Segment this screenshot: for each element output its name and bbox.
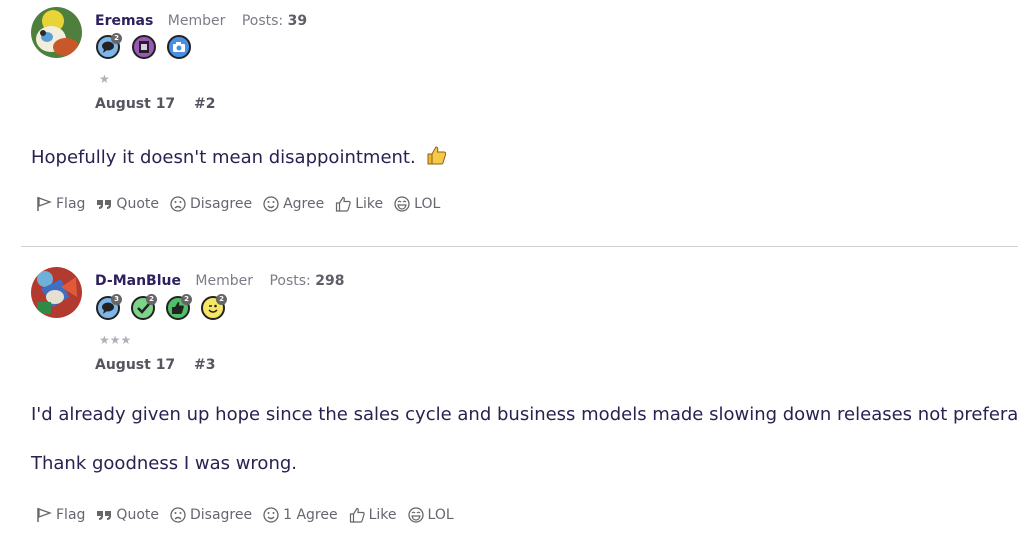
post-text: Hopefully it doesn't mean disappointment… [31,147,416,168]
post-content: I'd already given up hope since the sale… [31,404,1018,474]
post-number[interactable]: #2 [194,96,215,112]
quote-icon [97,511,112,520]
disagree-button[interactable]: Disagree [170,507,252,523]
post-date-line: August 17 #3 [95,357,216,373]
flag-icon [37,197,52,211]
quote-button[interactable]: Quote [96,196,159,212]
post-number[interactable]: #3 [194,357,215,373]
like-button[interactable]: Like [349,507,397,523]
lol-button[interactable]: LOL [407,507,454,523]
posts-count: 298 [315,273,345,289]
camera-icon[interactable] [167,35,191,59]
author-name[interactable]: Eremas [95,13,153,29]
post-date[interactable]: August 17 [95,96,175,112]
laughing-face-icon [394,196,410,212]
post-content: Hopefully it doesn't mean disappointment… [31,144,447,171]
avatar[interactable] [31,7,82,58]
like-button[interactable]: Like [335,196,383,212]
rank-stars: ★★★ [99,333,132,347]
badge-count: 2 [181,294,192,305]
author-role: Member [167,13,226,29]
author-name[interactable]: D-ManBlue [95,273,181,289]
sad-face-icon [170,507,186,523]
agree-button[interactable]: Agree [263,196,324,212]
flag-icon [37,508,52,522]
posts-label: Posts: [269,273,311,289]
agree-button[interactable]: 1 Agree [263,507,338,523]
speech-bubble-icon[interactable]: 3 [96,294,122,320]
quote-button[interactable]: Quote [96,507,159,523]
smile-face-icon [263,196,279,212]
rank-stars: ★ [99,72,110,86]
smile-face-icon [263,507,279,523]
lol-label: LOL [427,507,454,523]
author-meta: Eremas Member Posts: 39 [95,13,307,29]
agree-label: Agree [283,196,325,212]
badge-count: 2 [111,33,122,44]
quote-label: Quote [116,196,159,212]
author-meta: D-ManBlue Member Posts: 298 [95,273,344,289]
lol-label: LOL [414,196,441,212]
thumbs-up-icon[interactable]: 2 [166,294,192,320]
like-label: Like [355,196,384,212]
post-date-line: August 17 #2 [95,96,216,112]
post-text: Thank goodness I was wrong. [31,453,298,474]
disagree-label: Disagree [189,196,253,212]
flag-label: Flag [56,507,86,523]
speech-bubble-icon[interactable]: 2 [96,33,122,59]
thumbs-up-emoji [425,144,447,171]
flag-button[interactable]: Flag [36,196,85,212]
post-date[interactable]: August 17 [95,357,175,373]
thumbs-up-icon [336,196,351,212]
disagree-label: Disagree [189,507,253,523]
post-divider [21,246,1018,247]
checkmark-icon[interactable]: 2 [131,294,157,320]
like-label: Like [368,507,397,523]
badge-count: 2 [146,294,157,305]
agree-label: 1 Agree [283,507,338,523]
sad-face-icon [170,196,186,212]
thumbs-up-icon [349,507,365,523]
laughing-face-icon [407,507,424,523]
badge-count: 3 [111,294,122,305]
post-actions: Flag Quote Disagree 1 Agree Like LOL [36,507,465,523]
post-actions: Flag Quote Disagree Agree Like LOL [36,196,451,212]
photo-album-icon[interactable] [132,35,156,59]
flag-label: Flag [56,196,86,212]
badge-count: 2 [216,294,227,305]
author-role: Member [195,273,254,289]
posts-label: Posts: [241,13,284,29]
quote-icon [97,200,112,209]
avatar[interactable] [31,267,82,318]
post-text: I'd already given up hope since the sale… [31,404,1018,425]
disagree-button[interactable]: Disagree [170,196,252,212]
lol-button[interactable]: LOL [394,196,440,212]
posts-count: 39 [287,13,308,29]
flag-button[interactable]: Flag [36,507,85,523]
wink-face-icon[interactable]: 2 [201,294,227,320]
quote-label: Quote [116,507,159,523]
